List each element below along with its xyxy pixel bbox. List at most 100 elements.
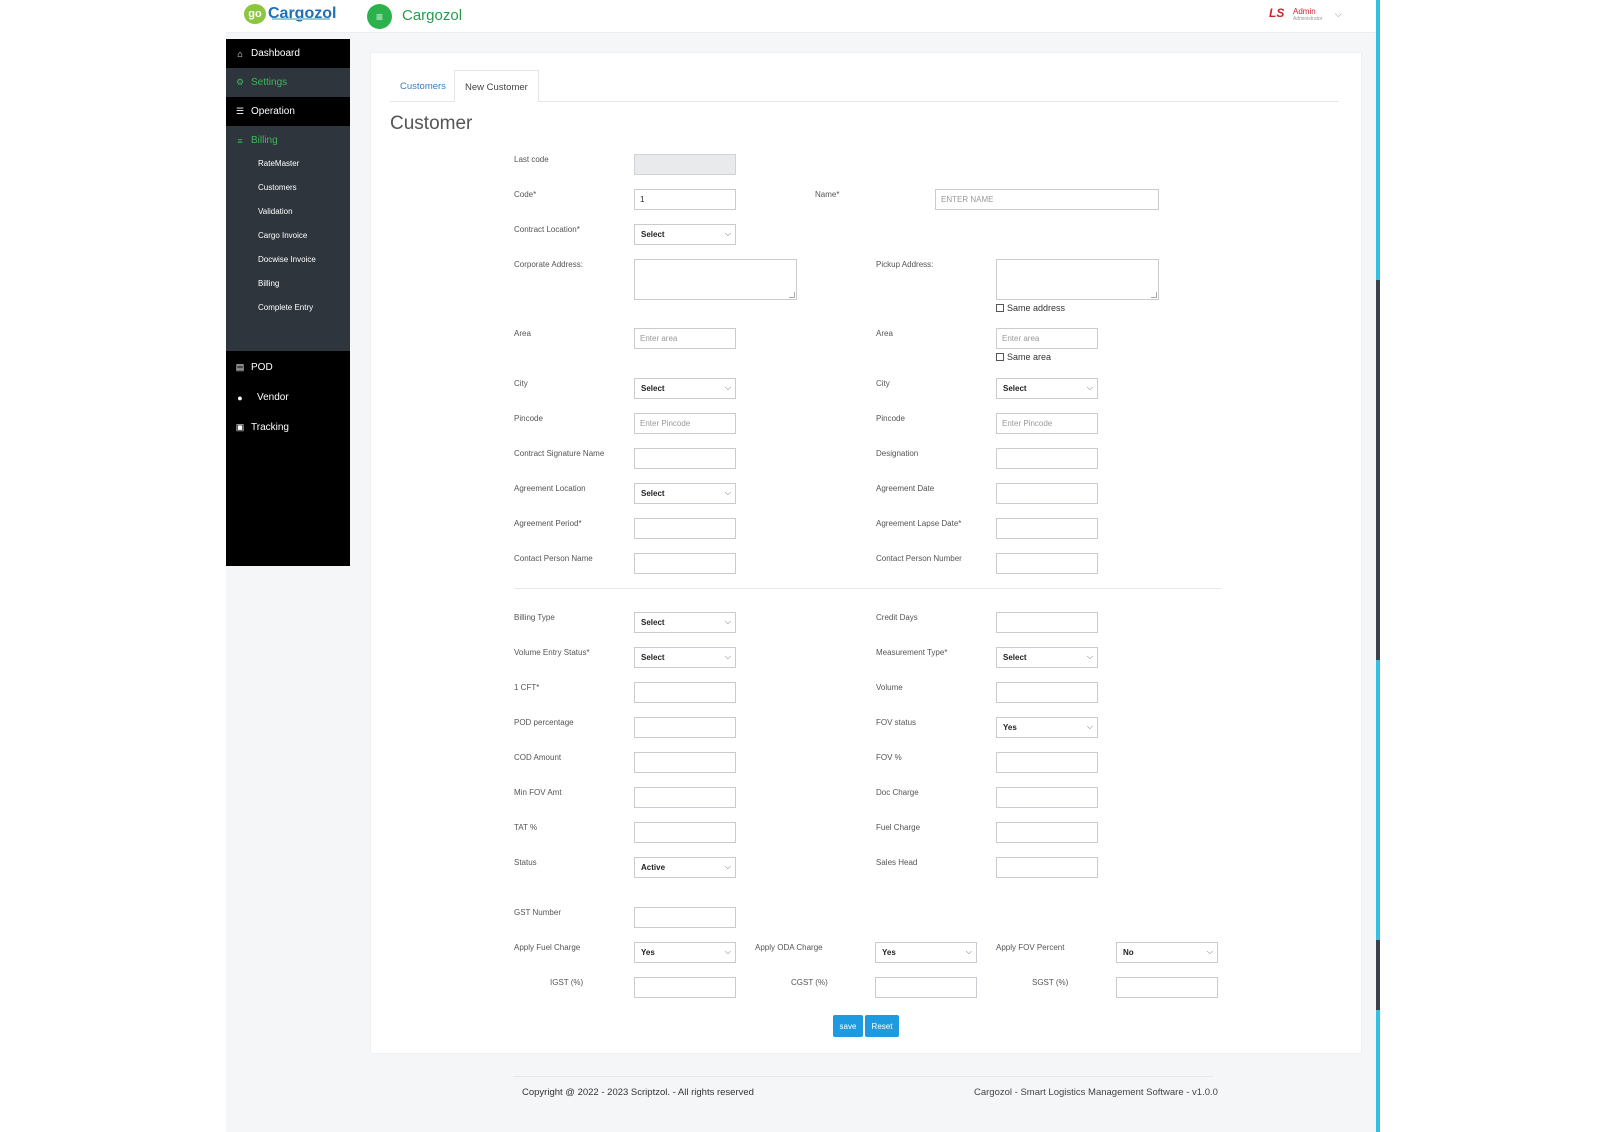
reset-button[interactable]: Reset bbox=[865, 1015, 899, 1037]
sidebar-item-settings[interactable]: ⚙ Settings bbox=[226, 68, 350, 97]
label-contract-location: Contract Location* bbox=[514, 225, 580, 234]
igst-input[interactable] bbox=[634, 977, 736, 998]
label-one-cft: 1 CFT* bbox=[514, 683, 540, 692]
sidebar-item-vendor[interactable]: ● Vendor bbox=[226, 383, 350, 412]
checkbox-icon[interactable] bbox=[996, 304, 1004, 312]
contact-person-name-input[interactable] bbox=[634, 553, 736, 574]
contract-location-select[interactable]: Select ⌵ bbox=[634, 224, 736, 245]
same-area-checkbox[interactable]: Same area bbox=[996, 352, 1051, 362]
credit-days-input[interactable] bbox=[996, 612, 1098, 633]
select-value: Select bbox=[1003, 384, 1027, 393]
status-select[interactable]: Active ⌵ bbox=[634, 857, 736, 878]
same-address-checkbox[interactable]: Same address bbox=[996, 303, 1065, 313]
label-apply-oda-charge: Apply ODA Charge bbox=[755, 943, 823, 952]
one-cft-input[interactable] bbox=[634, 682, 736, 703]
label-contract-signature-name: Contract Signature Name bbox=[514, 449, 605, 458]
label-fuel-charge: Fuel Charge bbox=[876, 823, 921, 832]
label-apply-fuel-charge: Apply Fuel Charge bbox=[514, 943, 581, 952]
select-value: No bbox=[1123, 948, 1134, 957]
chevron-down-icon: ⌵ bbox=[724, 488, 731, 497]
area-input[interactable]: Enter area bbox=[634, 328, 736, 349]
agreement-period-input[interactable] bbox=[634, 518, 736, 539]
label-pickup-pincode: Pincode bbox=[876, 414, 905, 423]
min-fov-amt-input[interactable] bbox=[634, 787, 736, 808]
pickup-area-input[interactable]: Enter area bbox=[996, 328, 1098, 349]
tat-percent-input[interactable] bbox=[634, 822, 736, 843]
chevron-down-icon: ⌵ bbox=[724, 947, 731, 956]
contact-person-number-input[interactable] bbox=[996, 553, 1098, 574]
chevron-down-icon: ⌵ bbox=[965, 947, 972, 956]
label-agreement-location: Agreement Location bbox=[514, 484, 586, 493]
sgst-input[interactable] bbox=[1116, 977, 1218, 998]
sidebar-item-billing[interactable]: ≡ Billing bbox=[226, 126, 350, 155]
pincode-input[interactable]: Enter Pincode bbox=[634, 413, 736, 434]
tab-customers[interactable]: Customers bbox=[390, 70, 456, 102]
submenu-item-cargo-invoice[interactable]: Cargo Invoice bbox=[258, 231, 307, 240]
pickup-city-select[interactable]: Select ⌵ bbox=[996, 378, 1098, 399]
fuel-charge-input[interactable] bbox=[996, 822, 1098, 843]
chevron-down-icon: ⌵ bbox=[724, 862, 731, 871]
billing-submenu: RateMaster Customers Validation Cargo In… bbox=[226, 155, 350, 351]
user-avatar-icon: LS bbox=[1269, 6, 1285, 20]
agreement-date-input[interactable] bbox=[996, 483, 1098, 504]
designation-input[interactable] bbox=[996, 448, 1098, 469]
billing-type-select[interactable]: Select ⌵ bbox=[634, 612, 736, 633]
submenu-item-docwise-invoice[interactable]: Docwise Invoice bbox=[258, 255, 316, 264]
code-input[interactable]: 1 bbox=[634, 189, 736, 210]
label-credit-days: Credit Days bbox=[876, 613, 918, 622]
label-name: Name* bbox=[815, 190, 840, 199]
doc-charge-input[interactable] bbox=[996, 787, 1098, 808]
save-button[interactable]: save bbox=[833, 1015, 863, 1037]
pickup-pincode-input[interactable]: Enter Pincode bbox=[996, 413, 1098, 434]
pickup-address-textarea[interactable] bbox=[996, 259, 1159, 300]
submenu-item-validation[interactable]: Validation bbox=[258, 207, 293, 216]
sidebar-item-label: Dashboard bbox=[251, 48, 300, 59]
user-name: Admin bbox=[1293, 6, 1316, 16]
fov-percent-input[interactable] bbox=[996, 752, 1098, 773]
select-value: Yes bbox=[1003, 723, 1017, 732]
city-select[interactable]: Select ⌵ bbox=[634, 378, 736, 399]
submenu-item-customers[interactable]: Customers bbox=[258, 183, 297, 192]
sidebar-item-pod[interactable]: ▤ POD bbox=[226, 353, 350, 382]
app-logo[interactable]: go Cargozol bbox=[244, 4, 336, 24]
scrollbar-thumb-lower[interactable] bbox=[1376, 940, 1380, 1010]
gst-number-input[interactable] bbox=[634, 907, 736, 928]
menu-toggle-button[interactable]: ≡ bbox=[367, 4, 392, 29]
scrollbar-thumb[interactable] bbox=[1376, 280, 1380, 660]
volume-entry-status-select[interactable]: Select ⌵ bbox=[634, 647, 736, 668]
label-agreement-period: Agreement Period* bbox=[514, 519, 582, 528]
measurement-type-select[interactable]: Select ⌵ bbox=[996, 647, 1098, 668]
submenu-item-billing[interactable]: Billing bbox=[258, 279, 279, 288]
pod-percentage-input[interactable] bbox=[634, 717, 736, 738]
sidebar-item-operation[interactable]: ☰ Operation bbox=[226, 97, 350, 126]
fov-status-select[interactable]: Yes ⌵ bbox=[996, 717, 1098, 738]
corporate-address-textarea[interactable] bbox=[634, 259, 797, 300]
agreement-lapse-date-input[interactable] bbox=[996, 518, 1098, 539]
volume-input[interactable] bbox=[996, 682, 1098, 703]
user-menu[interactable]: LS Admin Administrator ⌵ bbox=[1269, 6, 1342, 22]
apply-fov-percent-select[interactable]: No ⌵ bbox=[1116, 942, 1218, 963]
chevron-down-icon: ⌵ bbox=[724, 617, 731, 626]
cgst-input[interactable] bbox=[875, 977, 977, 998]
same-area-label: Same area bbox=[1007, 352, 1052, 362]
agreement-location-select[interactable]: Select ⌵ bbox=[634, 483, 736, 504]
sales-head-input[interactable] bbox=[996, 857, 1098, 878]
sidebar-item-dashboard[interactable]: ⌂ Dashboard bbox=[226, 39, 350, 68]
chevron-down-icon: ⌵ bbox=[1206, 947, 1213, 956]
chevron-down-icon[interactable]: ⌵ bbox=[1334, 9, 1342, 20]
tab-bar: Customers New Customer bbox=[390, 70, 1339, 102]
chevron-down-icon: ⌵ bbox=[1086, 722, 1093, 731]
cod-amount-input[interactable] bbox=[634, 752, 736, 773]
label-area: Area bbox=[514, 329, 531, 338]
submenu-item-complete-entry[interactable]: Complete Entry bbox=[258, 303, 313, 312]
sidebar-item-tracking[interactable]: ▣ Tracking bbox=[226, 413, 350, 442]
apply-fuel-charge-select[interactable]: Yes ⌵ bbox=[634, 942, 736, 963]
name-input[interactable]: ENTER NAME bbox=[935, 189, 1159, 210]
label-tat-percent: TAT % bbox=[514, 823, 538, 832]
apply-oda-charge-select[interactable]: Yes ⌵ bbox=[875, 942, 977, 963]
tab-new-customer[interactable]: New Customer bbox=[454, 70, 539, 102]
submenu-item-ratemaster[interactable]: RateMaster bbox=[258, 159, 299, 168]
label-pickup-area: Area bbox=[876, 329, 893, 338]
checkbox-icon[interactable] bbox=[996, 353, 1004, 361]
contract-signature-name-input[interactable] bbox=[634, 448, 736, 469]
